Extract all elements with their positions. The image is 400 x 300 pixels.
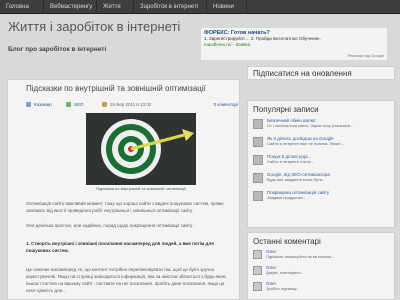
nav-item-webmastering[interactable]: Вебмастерингу: [44, 0, 97, 14]
post-comments-link[interactable]: 0 коментарі: [214, 101, 238, 109]
post-paragraph: Оптимізація сайту важливий момент, тому …: [26, 201, 224, 213]
recent-comments-box: Останні коментарі Олег Підкажіть пожалуй…: [247, 232, 395, 300]
popular-excerpt: Сайти в інтернеті вже не новина, Ліпше..…: [267, 141, 344, 146]
post-thumbnail: [253, 119, 263, 129]
popular-item[interactable]: Покращена оптимізація сайту Завдяки прод…: [253, 190, 393, 206]
nav-item-home[interactable]: Головна: [0, 0, 44, 14]
calendar-icon: [102, 102, 107, 107]
popular-excerpt: Сайти в інтернеті стиль...: [267, 159, 315, 164]
avatar: [253, 266, 262, 275]
popular-item[interactable]: Безпечний обмін валют От і закінчилося с…: [253, 118, 393, 134]
site-tagline: Блог про заробіток в інтернеті: [8, 46, 107, 53]
popular-item[interactable]: Google, від SEO-оптимізатора Будь-яке за…: [253, 172, 393, 188]
avatar: [253, 250, 262, 259]
post-article: Підсказки по внутрішній та зовнішній опт…: [7, 79, 240, 300]
subscribe-heading[interactable]: Підписатися на оновлення: [253, 69, 352, 78]
popular-heading: Популярні записи: [253, 105, 319, 114]
popular-excerpt: От і закінчилося свято. Зараз хочу розка…: [267, 123, 354, 128]
sidebar: Підписатися на оновлення Популярні запис…: [247, 66, 400, 300]
nav-item-earning[interactable]: Заробіток в інтернеті: [134, 0, 207, 14]
post-author[interactable]: Казимир: [34, 101, 52, 109]
comments-heading: Останні коментарі: [253, 237, 321, 246]
ad-badge[interactable]: Реклама від Google: [347, 53, 384, 58]
image-caption: Підсказки по внутрішній та зовнішній опт…: [96, 186, 186, 191]
popular-item[interactable]: Як я ділюсь досвідом на Google Сайти в і…: [253, 136, 393, 152]
popular-excerpt: Будь-яке завдання може бути...: [267, 177, 326, 182]
comment-text[interactable]: Дякую, повноцінно...: [266, 270, 304, 275]
nav-item-news[interactable]: Новини: [207, 0, 247, 14]
post-subheading: 1. Створіть внутрішні і зовнішні посилан…: [26, 241, 214, 253]
post-thumbnail: [253, 173, 263, 183]
ad-url[interactable]: macdforex.ru/ - Заявка: [204, 42, 250, 47]
post-date: 15 Бер 2011 в 13:02: [110, 102, 152, 107]
post-category[interactable]: SEO: [74, 101, 84, 109]
nav-item-life[interactable]: Життя: [97, 0, 134, 14]
post-thumbnail: [253, 191, 263, 201]
post-image: [86, 113, 196, 185]
post-thumbnail: [253, 155, 263, 165]
popular-excerpt: Завдяки продуктам...: [267, 195, 307, 200]
ad-block[interactable]: ФОРЕКС: Готов начать? 1. Зарегистрируйся…: [201, 28, 387, 60]
top-navbar: Головна Вебмастерингу Життя Заробіток в …: [0, 0, 400, 14]
post-meta: Казимир SEO 15 Бер 2011 в 13:02 0 комент…: [26, 101, 238, 109]
subscribe-box[interactable]: Підписатися на оновлення: [247, 66, 395, 80]
popular-posts-box: Популярні записи Безпечний обмін валют О…: [247, 100, 395, 228]
folder-icon: [66, 102, 71, 107]
user-icon: [26, 102, 31, 107]
dartboard-image: [86, 113, 196, 185]
avatar: [253, 282, 262, 291]
post-title[interactable]: Підсказки по внутрішній та зовнішній опт…: [26, 84, 206, 93]
post-paragraph: Оне декілька простих, але надійних, пора…: [26, 223, 195, 228]
comment-text[interactable]: Підкажіть пожалуйста як ви писали...: [266, 254, 335, 259]
post-paragraph: Це означає насамперед те, що контент пот…: [26, 267, 226, 293]
post-thumbnail: [253, 137, 263, 147]
comment-item[interactable]: Олег Зробіть підписку...: [253, 281, 393, 300]
popular-item[interactable]: Пошук в ділові дорі... Сайти в інтернеті…: [253, 154, 393, 170]
site-title[interactable]: Життя і заробіток в інтернеті: [8, 19, 180, 34]
ad-text: 1. Зарегистрируйся ... 2. Пройди Бесплат…: [204, 36, 321, 41]
comment-text[interactable]: Зробіть підписку...: [266, 286, 300, 291]
